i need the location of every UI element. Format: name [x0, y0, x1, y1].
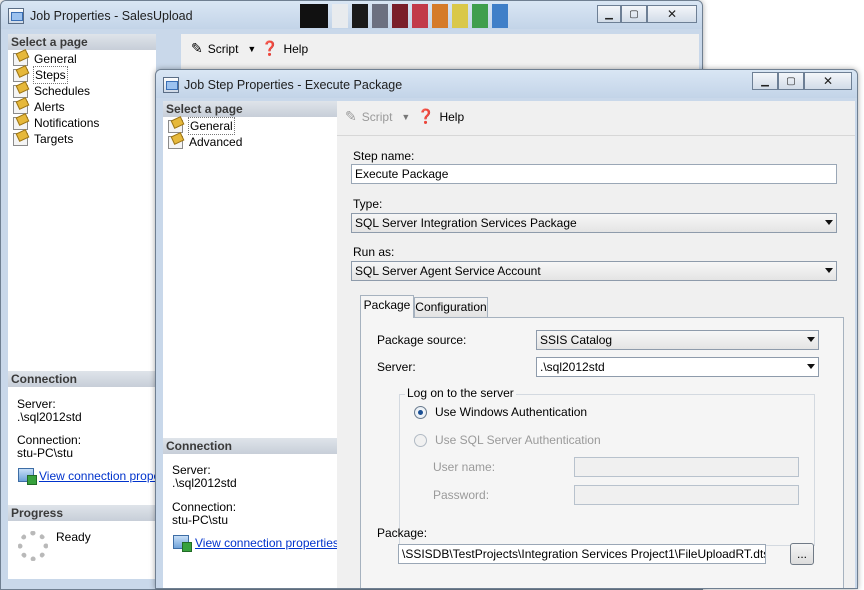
job-step-properties-window: Job Step Properties - Execute Package ▁ … — [155, 69, 858, 589]
connection-value: stu-PC\stu — [17, 446, 74, 460]
chevron-down-icon — [825, 220, 833, 225]
sql-auth-radio[interactable]: Use SQL Server Authentication — [414, 433, 601, 447]
page-wrench-icon — [13, 132, 28, 146]
script-icon: ✎ — [191, 41, 203, 57]
close-button[interactable]: ✕ — [804, 72, 852, 90]
package-label: Package: — [377, 526, 428, 540]
step-name-input[interactable]: Execute Package — [351, 164, 837, 184]
minimize-button[interactable]: ▁ — [752, 72, 778, 90]
window-title: Job Step Properties - Execute Package — [184, 78, 403, 92]
script-icon: ✎ — [345, 109, 357, 125]
connection-properties-icon — [18, 468, 37, 485]
page-item-steps[interactable]: Steps — [13, 66, 68, 84]
swatch — [300, 4, 328, 28]
front-left-pane: Select a page General Advanced Connectio… — [163, 101, 339, 588]
server-label: Server: — [377, 360, 416, 374]
page-item-general[interactable]: General — [168, 117, 235, 135]
swatch — [332, 4, 348, 28]
page-item-notifications[interactable]: Notifications — [13, 115, 99, 131]
server-select[interactable]: .\sql2012std — [536, 357, 819, 377]
page-wrench-icon — [13, 116, 28, 130]
page-item-general[interactable]: General — [13, 51, 77, 67]
select-page-header: Select a page — [8, 34, 156, 50]
logon-group-title: Log on to the server — [405, 386, 516, 400]
server-label: Server: — [172, 463, 211, 477]
user-name-input[interactable] — [574, 457, 799, 477]
package-path-input[interactable]: \SSISDB\TestProjects\Integration Service… — [398, 544, 766, 564]
chevron-down-icon[interactable]: ▼ — [247, 44, 256, 54]
chevron-down-icon — [825, 268, 833, 273]
page-wrench-icon — [13, 68, 28, 82]
tab-panel-package: Package source: SSIS Catalog Server: .\s… — [360, 317, 844, 588]
connection-label: Connection: — [17, 433, 82, 447]
chevron-down-icon — [807, 337, 815, 342]
progress-status: Ready — [56, 530, 91, 544]
swatch — [352, 4, 368, 28]
connection-value: stu-PC\stu — [172, 513, 229, 527]
browse-package-button[interactable]: ... — [790, 543, 814, 565]
progress-header: Progress — [8, 505, 156, 521]
package-source-select[interactable]: SSIS Catalog — [536, 330, 819, 350]
script-button[interactable]: ✎ Script ▼ — [345, 109, 410, 125]
maximize-button[interactable]: ▢ — [621, 5, 647, 23]
background-color-strip — [300, 4, 590, 28]
tab-package[interactable]: Package — [360, 295, 414, 318]
page-wrench-icon — [13, 100, 28, 114]
window-app-icon — [163, 77, 179, 93]
step-name-label: Step name: — [353, 149, 415, 163]
windows-auth-radio[interactable]: Use Windows Authentication — [414, 405, 587, 419]
help-button[interactable]: ❓ Help — [261, 41, 308, 57]
chevron-down-icon[interactable]: ▼ — [401, 112, 410, 122]
package-source-label: Package source: — [377, 333, 467, 347]
help-icon: ❓ — [417, 109, 435, 125]
back-left-pane: Select a page General Steps Schedules Al… — [8, 34, 168, 579]
swatch — [392, 4, 408, 28]
connection-label: Connection: — [172, 500, 237, 514]
maximize-button[interactable]: ▢ — [778, 72, 804, 90]
connection-header: Connection — [163, 438, 337, 454]
password-input[interactable] — [574, 485, 799, 505]
swatch — [452, 4, 468, 28]
connection-properties-icon — [173, 535, 192, 552]
run-as-label: Run as: — [353, 245, 395, 259]
toolbar-divider — [337, 135, 855, 136]
swatch — [432, 4, 448, 28]
progress-spinner-icon — [18, 531, 48, 561]
connection-header: Connection — [8, 371, 156, 387]
run-as-select[interactable]: SQL Server Agent Service Account — [351, 261, 837, 281]
type-select[interactable]: SQL Server Integration Services Package — [351, 213, 837, 233]
user-name-label: User name: — [433, 460, 496, 474]
view-connection-properties-link[interactable]: View connection propert — [39, 469, 168, 483]
swatch — [492, 4, 508, 28]
window-app-icon — [8, 8, 24, 24]
type-label: Type: — [353, 197, 383, 211]
close-button[interactable]: ✕ — [647, 5, 697, 23]
server-label: Server: — [17, 397, 56, 411]
page-item-advanced[interactable]: Advanced — [168, 134, 242, 150]
chevron-down-icon — [807, 364, 815, 369]
tab-configuration[interactable]: Configuration — [414, 297, 488, 318]
page-item-targets[interactable]: Targets — [13, 131, 73, 147]
server-value: .\sql2012std — [17, 410, 82, 424]
swatch — [472, 4, 488, 28]
front-content-area: ✎ Script ▼ ❓ Help Step name: Execute Packag… — [337, 101, 855, 588]
window-title: Job Properties - SalesUpload — [30, 9, 193, 23]
help-button[interactable]: ❓ Help — [417, 109, 464, 125]
view-connection-properties-link[interactable]: View connection properties — [195, 536, 339, 550]
minimize-button[interactable]: ▁ — [597, 5, 621, 23]
swatch — [412, 4, 428, 28]
help-icon: ❓ — [261, 41, 279, 57]
page-wrench-icon — [168, 135, 183, 149]
script-button[interactable]: ✎ Script ▼ — [191, 41, 256, 57]
radio-checked-icon — [414, 405, 427, 419]
page-wrench-icon — [13, 52, 28, 66]
swatch — [372, 4, 388, 28]
page-wrench-icon — [13, 84, 28, 98]
password-label: Password: — [433, 488, 490, 502]
page-wrench-icon — [168, 119, 183, 133]
select-page-header: Select a page — [163, 101, 337, 117]
server-value: .\sql2012std — [172, 476, 237, 490]
radio-unchecked-icon — [414, 433, 427, 447]
page-item-alerts[interactable]: Alerts — [13, 99, 65, 115]
